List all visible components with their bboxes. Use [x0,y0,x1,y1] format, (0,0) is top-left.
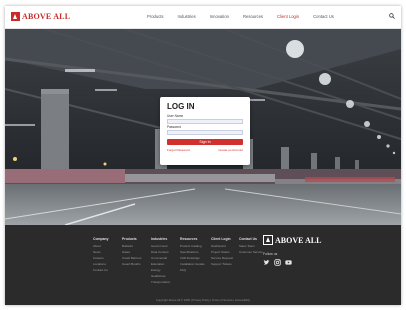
youtube-icon[interactable] [285,259,292,266]
footer-link[interactable]: Transportation [151,280,170,284]
browser-frame: ABOVE ALL Products Industries Innovation… [5,6,401,305]
logo-mark-icon [11,12,20,21]
footer-link[interactable]: Specifications [180,250,205,254]
footer-link[interactable]: Support Tickets [211,262,233,266]
nav-products[interactable]: Products [147,14,164,19]
main-nav: Products Industries Innovation Resources… [147,14,348,19]
password-input[interactable] [167,130,243,135]
footer-heading: Client Login [211,237,231,241]
login-title: LOG IN [167,102,195,111]
footer-link[interactable]: Dashboard [211,244,233,248]
follow-label: Follow us [263,252,278,256]
footer-link[interactable]: Service Request [211,256,233,260]
footer-link[interactable]: About [93,244,108,248]
footer-link[interactable]: Government [151,244,170,248]
footer-link[interactable]: Customer Service [239,250,263,254]
footer-link[interactable]: Data Centers [151,250,170,254]
password-label: Password [167,125,181,129]
footer-link[interactable]: Commercial [151,256,170,260]
footer-logo-text: ABOVE ALL [275,235,322,245]
footer-link[interactable]: Contact Us [93,268,108,272]
footer-column-contact: Contact Us Sales Team Customer Service [239,237,263,256]
social-links [263,259,292,266]
footer-heading: Contact Us [239,237,257,241]
create-account-link[interactable]: Create an Account [218,148,243,152]
footer-link[interactable]: Gates [122,250,141,254]
footer-column-company: Company About News Careers Locations Con… [93,237,108,274]
site-header: ABOVE ALL Products Industries Innovation… [5,6,401,29]
logo-text: ABOVE ALL [22,12,71,21]
footer-link[interactable]: FAQ [180,268,205,272]
footer-column-client-login: Client Login Dashboard Project Status Se… [211,237,233,268]
footer-link[interactable]: CAD Drawings [180,256,205,260]
footer-column-resources: Resources Product Catalog Specifications… [180,237,205,274]
site-logo[interactable]: ABOVE ALL [11,11,70,22]
footer-column-products: Products Bollards Gates Crash Barriers G… [122,237,141,268]
nav-innovation[interactable]: Innovation [210,14,229,19]
footer-column-industries: Industries Government Data Centers Comme… [151,237,170,286]
copyright-text: Copyright Above All © 2025 | Privacy Pol… [155,298,251,302]
footer-link[interactable]: Healthcare [151,274,170,278]
footer-heading: Industries [151,237,168,241]
nav-client-login[interactable]: Client Login [277,14,299,19]
footer-link[interactable]: Product Catalog [180,244,205,248]
hero-parking-garage-image: LOG IN User Name Password Sign In Forgot… [5,29,401,225]
footer-link[interactable]: News [93,250,108,254]
footer-link[interactable]: Sales Team [239,244,263,248]
footer-heading: Company [93,237,109,241]
logo-mark-icon [263,235,273,245]
forgot-password-link[interactable]: Forgot Password [167,148,190,152]
nav-resources[interactable]: Resources [243,14,263,19]
twitter-icon[interactable] [263,259,270,266]
nav-contact-us[interactable]: Contact Us [313,14,334,19]
footer-link[interactable]: Energy [151,268,170,272]
sign-in-button[interactable]: Sign In [167,139,243,145]
instagram-icon[interactable] [274,259,281,266]
footer-link[interactable]: Careers [93,256,108,260]
footer-heading: Products [122,237,137,241]
footer-link[interactable]: Education [151,262,170,266]
username-input[interactable] [167,119,243,124]
footer-link[interactable]: Installation Guides [180,262,205,266]
login-links: Forgot Password Create an Account [167,148,243,152]
username-label: User Name [167,114,184,118]
footer-logo[interactable]: ABOVE ALL [263,235,321,245]
footer-link[interactable]: Guard Booths [122,262,141,266]
footer-link[interactable]: Bollards [122,244,141,248]
login-card: LOG IN User Name Password Sign In Forgot… [160,97,250,165]
search-icon[interactable] [389,13,395,19]
footer-link[interactable]: Crash Barriers [122,256,141,260]
footer-heading: Resources [180,237,198,241]
footer-link[interactable]: Locations [93,262,108,266]
nav-industries[interactable]: Industries [178,14,196,19]
site-footer: Company About News Careers Locations Con… [5,225,401,305]
footer-link[interactable]: Project Status [211,250,233,254]
